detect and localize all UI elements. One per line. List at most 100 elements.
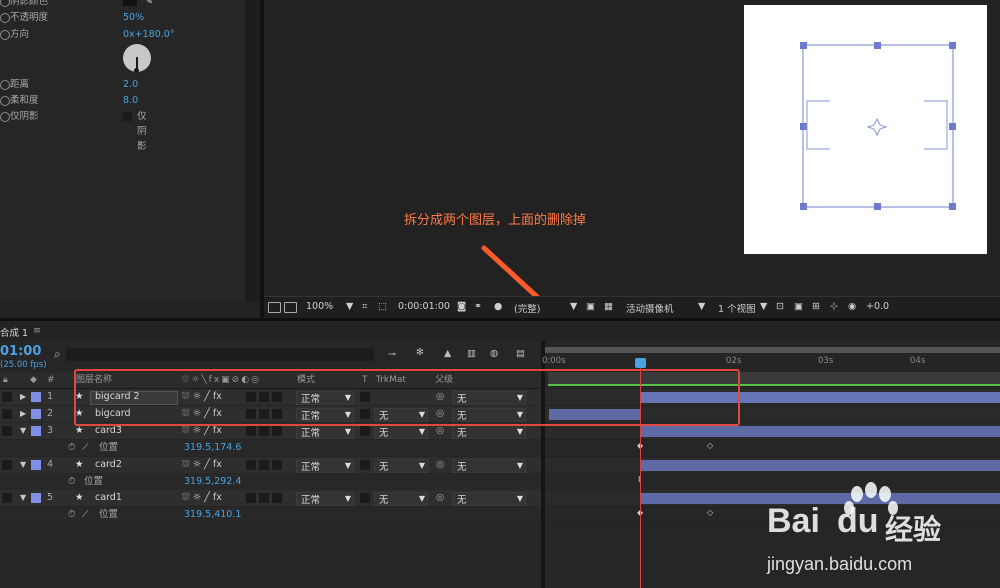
flowchart-icon[interactable]: ⊹ — [830, 301, 838, 312]
mode-select[interactable]: 正常 ▼ — [296, 425, 354, 439]
switch-box[interactable] — [259, 426, 269, 436]
property-row[interactable]: ⏱︎ ⟋ 位置 319.5,174.6 — [0, 440, 541, 457]
pickwhip-icon[interactable]: ◎ — [436, 457, 444, 473]
stopwatch-icon[interactable]: ⏱︎ — [68, 507, 75, 523]
tab-composition[interactable]: 合成 1 — [0, 325, 28, 339]
layer-row[interactable]: ▼ 4 ★ card2 ⛆ ☼ ╱ fx 正常 ▼ 无 ▼ ◎ 无 ▼ — [0, 457, 541, 474]
property-row[interactable]: ⏱︎ 位置 319.5,292.4 — [0, 474, 541, 491]
label-color[interactable] — [31, 493, 41, 503]
composition-canvas[interactable] — [744, 5, 987, 254]
stopwatch-icon[interactable]: ⏱︎ — [68, 440, 75, 456]
roi-icon[interactable]: ▣ — [586, 301, 595, 312]
playhead-handle[interactable] — [635, 358, 646, 368]
switch-box[interactable] — [246, 426, 256, 436]
draft-3d-icon[interactable]: ✻ — [416, 347, 424, 358]
chevron-down-icon[interactable]: ▼ — [346, 301, 353, 312]
collapse-arrow-icon[interactable]: ▼ — [20, 423, 26, 439]
graph-editor-icon[interactable]: ▤ — [516, 348, 525, 359]
layer-switches[interactable]: ⛆ ☼ ╱ fx — [182, 457, 222, 473]
work-area-bar[interactable] — [545, 347, 1000, 353]
parent-select[interactable]: 无 ▼ — [452, 459, 526, 473]
mode-select[interactable]: 正常 ▼ — [296, 459, 354, 473]
property-row[interactable]: ⏱︎ ⟋ 位置 319.5,410.1 — [0, 507, 541, 524]
layer-name[interactable]: card2 — [95, 457, 122, 473]
stopwatch-icon[interactable] — [0, 13, 10, 23]
trkmat-select[interactable]: 无 ▼ — [374, 459, 428, 473]
position-value[interactable]: 319.5,174.6 — [184, 440, 241, 456]
shadow-only-checkbox[interactable] — [123, 112, 132, 121]
collapse-arrow-icon[interactable]: ▼ — [20, 457, 26, 473]
toggle-pixel-icon[interactable]: ⊡ — [776, 301, 784, 312]
channel-icon[interactable]: ● — [494, 301, 502, 312]
motion-blur-icon[interactable]: ◍ — [490, 348, 498, 359]
layer-duration-bar[interactable] — [641, 426, 1000, 437]
distance-value[interactable]: 2.0 — [123, 77, 138, 92]
position-value[interactable]: 319.5,292.4 — [184, 474, 241, 490]
stopwatch-icon[interactable] — [0, 30, 10, 40]
softness-value[interactable]: 8.0 — [123, 93, 138, 108]
chevron-down-icon[interactable]: ▼ — [760, 301, 767, 312]
opacity-value[interactable]: 50% — [123, 10, 144, 25]
label-color[interactable] — [31, 460, 41, 470]
panel-menu-icon[interactable]: ≡ — [33, 325, 41, 336]
expand-arrow-icon[interactable]: ▶ — [20, 406, 26, 422]
region-icon[interactable]: ⬚ — [378, 301, 387, 312]
color-swatch[interactable] — [123, 0, 137, 6]
collapse-arrow-icon[interactable]: ▼ — [20, 490, 26, 506]
grid-icon[interactable]: ⌗ — [362, 301, 367, 312]
fast-preview-icon[interactable]: ▣ — [794, 301, 803, 312]
label-color[interactable] — [31, 392, 41, 402]
mode-select[interactable]: 正常 ▼ — [296, 492, 354, 506]
parent-select[interactable]: 无 ▼ — [452, 492, 526, 506]
direction-value[interactable]: 0x+180.0° — [123, 27, 175, 42]
stopwatch-icon[interactable] — [0, 80, 10, 90]
direction-dial[interactable] — [123, 44, 151, 73]
keyframe-icon[interactable]: ◇ — [707, 508, 713, 517]
frame-blending-icon[interactable]: ▥ — [467, 348, 476, 359]
visibility-toggle[interactable] — [2, 426, 12, 436]
camera-icon[interactable]: ◙ — [457, 301, 466, 312]
stopwatch-icon[interactable] — [0, 96, 10, 106]
preserve-transparency-box[interactable] — [360, 426, 370, 436]
label-color[interactable] — [31, 409, 41, 419]
switch-box[interactable] — [272, 460, 282, 470]
effects-scrollbar[interactable] — [245, 0, 260, 302]
always-preview-icon[interactable] — [268, 302, 281, 313]
layer-duration-bar[interactable] — [641, 460, 1000, 471]
parent-select[interactable]: 无 ▼ — [452, 425, 526, 439]
current-time[interactable]: 01:00 — [0, 344, 41, 359]
exposure-value[interactable]: +0.0 — [866, 301, 889, 312]
timeline-icon[interactable]: ⊞ — [812, 301, 820, 312]
switch-box[interactable] — [259, 460, 269, 470]
comp-mini-flowchart-icon[interactable]: ⊸ — [388, 349, 396, 360]
preserve-transparency-box[interactable] — [360, 493, 370, 503]
monitor-icon[interactable] — [284, 302, 297, 313]
property-track[interactable]: ◆ ◇ — [545, 440, 1000, 457]
eyedropper-icon[interactable]: ✎ — [145, 0, 153, 9]
camera-select[interactable]: 活动摄像机 — [626, 301, 674, 315]
position-value[interactable]: 319.5,410.1 — [184, 507, 241, 523]
layer-search-input[interactable] — [66, 348, 374, 361]
layer-bounding-box[interactable] — [744, 5, 987, 254]
graph-icon[interactable]: ⟋ — [82, 507, 89, 523]
view-layout-select[interactable]: 1 个视图 — [718, 301, 756, 315]
resolution-select[interactable]: (完整) — [514, 301, 540, 315]
show-snapshot-icon[interactable]: ⚭ — [474, 301, 482, 312]
stopwatch-icon[interactable] — [0, 112, 10, 122]
switch-box[interactable] — [246, 460, 256, 470]
search-icon[interactable]: ⌕ — [54, 347, 61, 362]
graph-icon[interactable]: ⟋ — [82, 440, 89, 456]
trkmat-select[interactable]: 无 ▼ — [374, 425, 428, 439]
chevron-down-icon[interactable]: ▼ — [570, 301, 577, 312]
visibility-toggle[interactable] — [2, 460, 12, 470]
exposure-icon[interactable]: ◉ — [848, 301, 856, 312]
shy-layers-icon[interactable]: ▲ — [444, 348, 451, 359]
switch-box[interactable] — [259, 493, 269, 503]
switch-box[interactable] — [272, 426, 282, 436]
transparency-grid-icon[interactable]: ▦ — [604, 301, 613, 312]
stopwatch-icon[interactable]: ⏱︎ — [68, 474, 75, 490]
layer-row[interactable]: ▼ 5 ★ card1 ⛆ ☼ ╱ fx 正常 ▼ 无 ▼ ◎ 无 ▼ — [0, 490, 541, 507]
keyframe-icon[interactable]: ◇ — [707, 441, 713, 450]
trkmat-select[interactable]: 无 ▼ — [374, 492, 428, 506]
visibility-toggle[interactable] — [2, 392, 12, 402]
